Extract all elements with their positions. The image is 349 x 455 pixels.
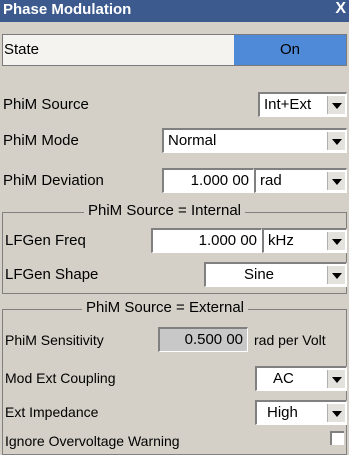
phim-deviation-unit: rad — [260, 172, 282, 189]
mod-ext-coupling-value: AC — [273, 370, 294, 387]
chevron-down-icon[interactable] — [327, 404, 345, 422]
close-icon[interactable]: X — [335, 0, 346, 18]
mod-ext-coupling-label: Mod Ext Coupling — [5, 370, 116, 386]
chevron-down-icon[interactable] — [327, 132, 345, 150]
phim-mode-label: PhiM Mode — [3, 132, 79, 149]
phim-sensitivity-unit: rad per Volt — [254, 332, 326, 348]
lfgen-shape-label: LFGen Shape — [5, 266, 99, 283]
ignore-overvoltage-checkbox[interactable] — [330, 431, 344, 445]
lfgen-shape-select[interactable]: Sine — [204, 262, 347, 287]
ext-impedance-label: Ext Impedance — [5, 404, 99, 420]
ext-impedance-select[interactable]: High — [255, 400, 347, 425]
state-toggle[interactable]: On — [234, 35, 346, 65]
phim-mode-value: Normal — [168, 132, 217, 149]
lfgen-shape-value: Sine — [244, 266, 275, 283]
phim-source-value: Int+Ext — [264, 96, 312, 113]
phim-source-label: PhiM Source — [3, 96, 89, 113]
phim-source-select[interactable]: Int+Ext — [258, 92, 347, 117]
phim-deviation-unit-select[interactable]: rad — [254, 168, 347, 193]
phim-deviation-input[interactable]: 1.000 00 — [162, 168, 254, 193]
chevron-down-icon[interactable] — [327, 266, 345, 284]
phim-mode-select[interactable]: Normal — [162, 128, 347, 153]
chevron-down-icon[interactable] — [327, 96, 345, 114]
lfgen-freq-input[interactable]: 1.000 00 — [151, 228, 262, 253]
ext-impedance-value: High — [267, 404, 298, 421]
chevron-down-icon[interactable] — [327, 232, 345, 250]
state-label: State — [4, 41, 40, 58]
external-group-title: PhiM Source = External — [82, 299, 248, 316]
internal-group-title: PhiM Source = Internal — [84, 202, 245, 219]
chevron-down-icon[interactable] — [327, 370, 345, 388]
lfgen-freq-unit-select[interactable]: kHz — [262, 228, 347, 253]
chevron-down-icon[interactable] — [327, 172, 345, 190]
lfgen-freq-unit: kHz — [268, 232, 294, 249]
window-title: Phase Modulation — [3, 1, 132, 18]
phim-deviation-label: PhiM Deviation — [3, 172, 104, 189]
mod-ext-coupling-select[interactable]: AC — [255, 366, 347, 391]
lfgen-freq-label: LFGen Freq — [5, 232, 86, 249]
window-title-bar: Phase Modulation X — [0, 0, 349, 22]
ignore-overvoltage-label: Ignore Overvoltage Warning — [5, 433, 180, 449]
phim-sensitivity-value: 0.500 00 — [158, 327, 248, 352]
phim-sensitivity-label: PhiM Sensitivity — [5, 332, 104, 348]
